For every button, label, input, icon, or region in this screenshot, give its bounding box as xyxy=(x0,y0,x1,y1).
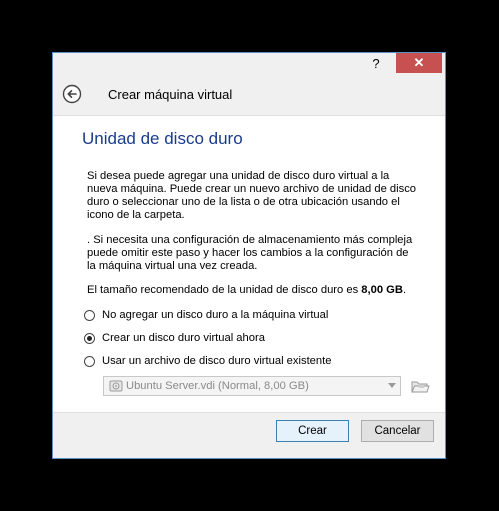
existing-disk-select[interactable]: Ubuntu Server.vdi (Normal, 8,00 GB) xyxy=(103,376,401,396)
dialog-window: ? ✕ Crear máquina virtual Unidad de disc… xyxy=(52,52,446,459)
option-label: No agregar un disco duro a la máquina vi… xyxy=(102,309,329,321)
back-arrow-icon[interactable] xyxy=(62,84,82,104)
page-title: Unidad de disco duro xyxy=(82,129,243,148)
radio-button-selected[interactable] xyxy=(84,332,95,344)
option-label: Crear un disco duro virtual ahora xyxy=(102,332,265,344)
advanced-note-text: . Si necesita una configuración de almac… xyxy=(87,234,413,272)
existing-disk-value: Ubuntu Server.vdi (Normal, 8,00 GB) xyxy=(126,380,309,392)
wizard-title: Crear máquina virtual xyxy=(108,87,233,102)
radio-button[interactable] xyxy=(84,355,95,367)
folder-open-icon[interactable] xyxy=(409,376,431,396)
help-button[interactable]: ? xyxy=(365,53,387,73)
hard-disk-icon xyxy=(109,380,123,392)
recommended-size-prefix: El tamaño recomendado de la unidad de di… xyxy=(87,284,362,296)
create-button[interactable]: Crear xyxy=(276,420,349,442)
title-bar: ? ✕ xyxy=(53,53,445,73)
option-label: Usar un archivo de disco duro virtual ex… xyxy=(102,355,332,367)
option-existing-disk[interactable]: Usar un archivo de disco duro virtual ex… xyxy=(84,355,331,367)
radio-button[interactable] xyxy=(84,309,95,321)
recommended-size-suffix: . xyxy=(402,284,407,296)
option-no-disk[interactable]: No agregar un disco duro a la máquina vi… xyxy=(84,309,328,321)
recommended-size-value: 8,00 GB xyxy=(361,284,403,296)
close-button[interactable]: ✕ xyxy=(396,53,442,73)
cancel-button[interactable]: Cancelar xyxy=(361,420,434,442)
recommended-size-text: El tamaño recomendado de la unidad de di… xyxy=(87,284,417,297)
chevron-down-icon xyxy=(388,383,396,388)
page-content: Unidad de disco duro Si desea puede agre… xyxy=(53,115,445,413)
description-text: Si desea puede agregar una unidad de dis… xyxy=(87,170,417,221)
option-create-disk[interactable]: Crear un disco duro virtual ahora xyxy=(84,332,265,344)
